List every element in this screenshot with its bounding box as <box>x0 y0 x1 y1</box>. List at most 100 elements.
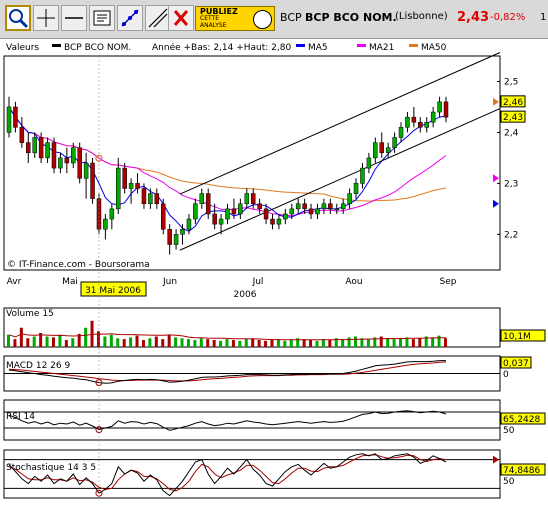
candle-body <box>405 116 410 128</box>
month-label: Jun <box>162 277 177 287</box>
volume-bar <box>276 339 280 347</box>
candle-body <box>373 142 378 159</box>
candle-body <box>90 162 95 199</box>
legend-ma5-label: MA5 <box>308 43 328 53</box>
candle-body <box>103 218 108 230</box>
candle-body <box>167 228 172 245</box>
delete-tool-button[interactable] <box>168 5 194 31</box>
volume-bar <box>32 336 36 347</box>
candle-body <box>340 203 346 210</box>
volume-bar <box>366 339 370 347</box>
rsi-50-label: 50 <box>503 426 515 436</box>
text-tool-button[interactable] <box>89 5 115 31</box>
candle-body <box>13 106 18 128</box>
legend-stats: Année +Bas: 2,14 +Haut: 2,80 <box>152 42 291 53</box>
source-label: © IT-Finance.com - Boursorama <box>7 260 150 270</box>
volume-bar <box>161 339 165 347</box>
header-ticker: BCP <box>280 11 302 24</box>
hline-tool-button[interactable] <box>61 5 87 31</box>
candle-body <box>26 142 31 154</box>
candle-body <box>295 203 301 210</box>
legend-series-label: BCP BCO NOM. <box>64 43 131 53</box>
month-label: Mai <box>62 277 78 287</box>
volume-bar <box>109 334 113 347</box>
candle-body <box>225 208 230 220</box>
volume-bar <box>212 340 216 347</box>
volume-label: Volume 15 <box>6 309 54 319</box>
volume-bar <box>238 340 242 347</box>
volume-bar <box>244 339 248 347</box>
volume-bar <box>193 340 197 347</box>
candle-body <box>276 218 282 225</box>
candle-body <box>116 167 121 210</box>
candle-body <box>231 208 237 215</box>
candle-body <box>186 218 192 230</box>
candle-body <box>205 193 211 215</box>
legend-ma50-label: MA50 <box>421 43 447 53</box>
candle-body <box>109 208 115 220</box>
candle-body <box>392 137 397 148</box>
volume-bar <box>444 338 447 347</box>
stoch-panel <box>3 449 501 499</box>
year-label: 2006 <box>234 290 257 300</box>
volume-bar <box>199 338 203 347</box>
candle-body <box>218 218 224 225</box>
legend-ma50-swatch <box>409 44 418 47</box>
volume-bar <box>167 334 171 347</box>
candle-body <box>199 193 205 205</box>
volume-bar <box>347 337 351 347</box>
volume-bar <box>129 337 133 347</box>
volume-bar <box>51 337 55 347</box>
cursor-date-label: 31 Mai 2006 <box>85 286 141 296</box>
candle-body <box>289 208 295 215</box>
legend-ma21-swatch <box>357 44 366 47</box>
volume-bar <box>186 339 190 347</box>
volume-bar <box>116 338 120 347</box>
cursor-tool-button[interactable] <box>33 5 59 31</box>
candle-body <box>437 101 442 113</box>
header-change: -0,82% <box>490 12 526 23</box>
volume-bar <box>328 340 332 347</box>
volume-bar <box>174 337 178 347</box>
y-tick-label: 2,2 <box>504 230 518 240</box>
publish-analysis-button[interactable]: PUBLIEZ CETTE ANALYSE <box>195 6 275 31</box>
volume-bar <box>411 339 415 347</box>
fibonacci-tool-button[interactable] <box>117 5 143 31</box>
stoch-last-label: 74,8486 <box>503 466 540 476</box>
volume-bar <box>392 339 396 347</box>
candle-body <box>418 121 423 128</box>
candle-body <box>6 106 12 133</box>
candle-body <box>385 147 391 154</box>
candle-body <box>315 208 320 215</box>
candle-body <box>257 203 262 210</box>
candle-body <box>398 127 404 138</box>
candle-body <box>160 203 166 230</box>
legend-ma5-swatch <box>296 44 305 47</box>
month-label: Jul <box>252 277 264 287</box>
volume-bar <box>270 340 274 347</box>
volume-bar <box>58 334 62 347</box>
volume-bar <box>13 339 17 347</box>
candle-body <box>244 193 250 205</box>
volume-bar <box>321 339 325 347</box>
volume-bar <box>431 337 435 347</box>
candle-body <box>302 203 307 210</box>
candle-body <box>51 142 57 169</box>
volume-bar <box>7 334 10 347</box>
stoch-label: Stochastique 14 3 5 <box>6 463 96 473</box>
candle-body <box>173 234 179 245</box>
chart-area[interactable]: Valeurs BCP BCO NOM. Année +Bas: 2,14 +Hau… <box>0 38 548 505</box>
candle-body <box>366 157 372 169</box>
header-name: BCP BCO NOM. <box>305 11 397 24</box>
volume-bar <box>141 340 145 347</box>
header-extra: 1 <box>540 12 547 23</box>
volume-bar <box>354 336 358 347</box>
volume-bar <box>341 339 345 347</box>
zoom-tool-button[interactable] <box>5 5 31 31</box>
candle-body <box>148 193 153 205</box>
volume-bar <box>309 340 313 347</box>
volume-bar <box>180 338 184 347</box>
last-value-label-2: 2,43 <box>503 113 523 123</box>
volume-bar <box>302 339 306 347</box>
candle-body <box>263 208 269 220</box>
